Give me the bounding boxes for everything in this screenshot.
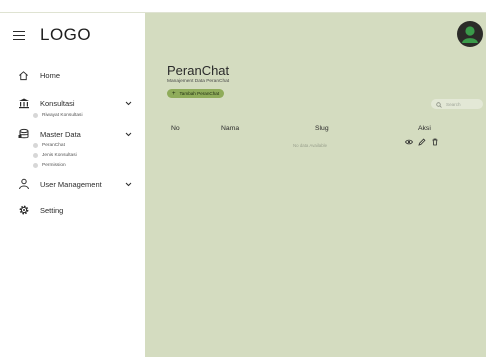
sidebar-subitem-riwayat-konsultasi[interactable]: Riwayat Konsultasi xyxy=(33,111,83,119)
column-header-nama: Nama xyxy=(221,125,240,132)
add-button-label: Tambah PeranChat xyxy=(179,91,220,96)
database-icon xyxy=(17,128,30,141)
search-icon xyxy=(436,95,442,113)
chevron-down-icon[interactable] xyxy=(124,180,132,188)
sidebar-item-label: User Management xyxy=(40,179,102,189)
bullet-icon xyxy=(33,162,38,168)
search-placeholder: Search xyxy=(446,101,461,107)
page-subtitle: Manajement Data PeranChat xyxy=(167,79,230,84)
sidebar-item-konsultasi[interactable]: Konsultasi xyxy=(17,96,132,110)
bullet-icon xyxy=(33,152,38,158)
sidebar-subitem-peranchat[interactable]: PeranChat xyxy=(33,141,65,149)
logo: LOGO xyxy=(40,25,92,44)
empty-table-message: No data Available xyxy=(293,143,328,148)
bank-icon xyxy=(17,97,30,110)
sidebar-item-label: Konsultasi xyxy=(40,98,75,108)
user-icon xyxy=(17,178,30,191)
sidebar-item-user-management[interactable]: User Management xyxy=(17,177,132,191)
sidebar-item-setting[interactable]: Setting xyxy=(17,203,132,217)
sidebar: LOGO Home Konsultasi Riwayat Konsultasi … xyxy=(0,13,145,357)
main-content: PeranChat Manajement Data PeranChat + Ta… xyxy=(145,13,486,357)
column-header-slug: Slug xyxy=(315,125,329,132)
column-header-no: No xyxy=(171,125,180,132)
column-header-aksi: Aksi xyxy=(418,125,431,132)
sidebar-item-master-data[interactable]: Master Data xyxy=(17,127,132,141)
plus-icon: + xyxy=(172,90,176,97)
home-icon xyxy=(17,69,30,82)
bullet-icon xyxy=(33,112,38,118)
add-peranchat-button[interactable]: + Tambah PeranChat xyxy=(167,89,225,98)
row-actions xyxy=(405,138,439,146)
sidebar-subitem-label: Permission xyxy=(42,162,66,168)
sidebar-subitem-jenis-konsultasi[interactable]: Jenis Konsultasi xyxy=(33,151,77,159)
trash-icon[interactable] xyxy=(431,138,439,146)
page-title: PeranChat xyxy=(167,63,230,78)
sidebar-item-home[interactable]: Home xyxy=(17,68,132,82)
sidebar-item-label: Home xyxy=(40,70,61,80)
menu-toggle-icon[interactable] xyxy=(13,30,25,41)
sidebar-item-label: Setting xyxy=(40,205,64,215)
sidebar-item-label: Master Data xyxy=(40,129,81,139)
user-avatar-icon[interactable] xyxy=(457,21,483,47)
sidebar-subitem-permission[interactable]: Permission xyxy=(33,161,66,169)
pencil-icon[interactable] xyxy=(418,138,426,146)
bullet-icon xyxy=(33,142,38,148)
chevron-down-icon[interactable] xyxy=(124,130,132,138)
sidebar-subitem-label: PeranChat xyxy=(42,142,65,148)
eye-icon[interactable] xyxy=(405,138,413,146)
gear-icon xyxy=(17,204,30,217)
sidebar-subitem-label: Riwayat Konsultasi xyxy=(42,112,83,118)
sidebar-subitem-label: Jenis Konsultasi xyxy=(42,152,77,158)
search-input[interactable]: Search xyxy=(431,99,483,109)
chevron-down-icon[interactable] xyxy=(124,99,132,107)
